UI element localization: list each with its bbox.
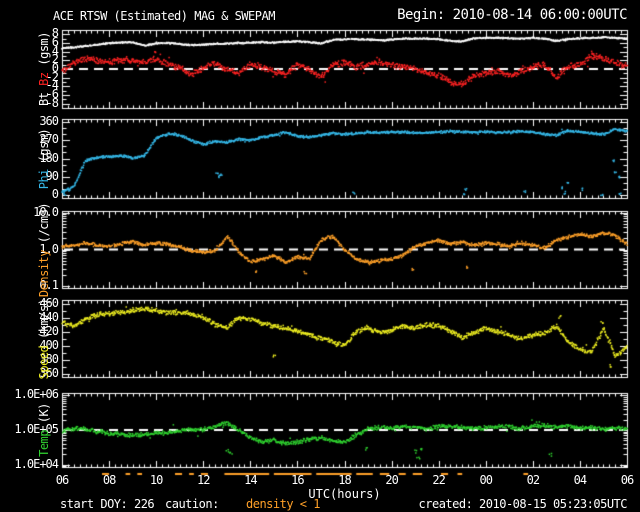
start-doy-text: start DOY: 226 [60, 497, 155, 511]
y-axis-title-part: Density [37, 242, 51, 297]
x-tick-label: 10 [149, 473, 163, 487]
y-axis-title-part: (km/s) [37, 298, 51, 339]
y-axis-title-part: (/cm3) [37, 202, 51, 243]
y-axis-title-temp: Temp (K) [37, 403, 51, 457]
x-tick-label: 04 [573, 473, 587, 487]
y-axis-title-speed: Speed (km/s) [37, 298, 51, 379]
x-tick-label: 22 [432, 473, 445, 487]
y-tick-label: 1.0E+04 [14, 456, 59, 471]
caution-value: density < 1 [246, 497, 320, 511]
x-tick-label: 14 [244, 473, 257, 487]
x-tick-label: 18 [338, 473, 351, 487]
y-axis-title-density: Density (/cm3) [37, 202, 51, 296]
y-axis-title-mag: Bt Bz (gsm) [37, 32, 51, 106]
chart-title: ACE RTSW (Estimated) MAG & SWEPAM [53, 9, 275, 23]
begin-timestamp: Begin: 2010-08-14 06:00:00UTC [397, 7, 627, 23]
y-axis-title-part: Temp [37, 423, 51, 457]
solar-wind-plot-canvas [0, 0, 640, 512]
x-tick-label: 08 [102, 473, 116, 487]
x-tick-label: 06 [620, 473, 634, 487]
y-tick-label: 0 [51, 186, 59, 201]
y-axis-title-part: (gsm) [37, 128, 51, 162]
y-axis-title-part: Phi [37, 161, 51, 189]
caution-label: caution: [165, 497, 219, 511]
y-tick-label: 360 [39, 114, 59, 129]
x-tick-label: 12 [197, 473, 210, 487]
y-tick-label: 1.0E+06 [14, 387, 59, 402]
y-axis-title-part: Bt [37, 85, 51, 106]
y-axis-title-part: (gsm) [37, 32, 51, 66]
y-axis-title-part: Bz [37, 65, 51, 86]
y-axis-title-phi: Phi (gsm) [37, 128, 51, 189]
x-tick-label: 20 [385, 473, 398, 487]
created-timestamp: created: 2010-08-15 05:23:05UTC [418, 497, 628, 511]
y-axis-title-part: Speed [37, 338, 51, 379]
x-tick-label: 16 [291, 473, 304, 487]
x-tick-label: 06 [55, 473, 69, 487]
x-tick-label: 00 [479, 473, 493, 487]
x-tick-label: 02 [526, 473, 540, 487]
y-axis-title-part: (K) [37, 403, 51, 424]
